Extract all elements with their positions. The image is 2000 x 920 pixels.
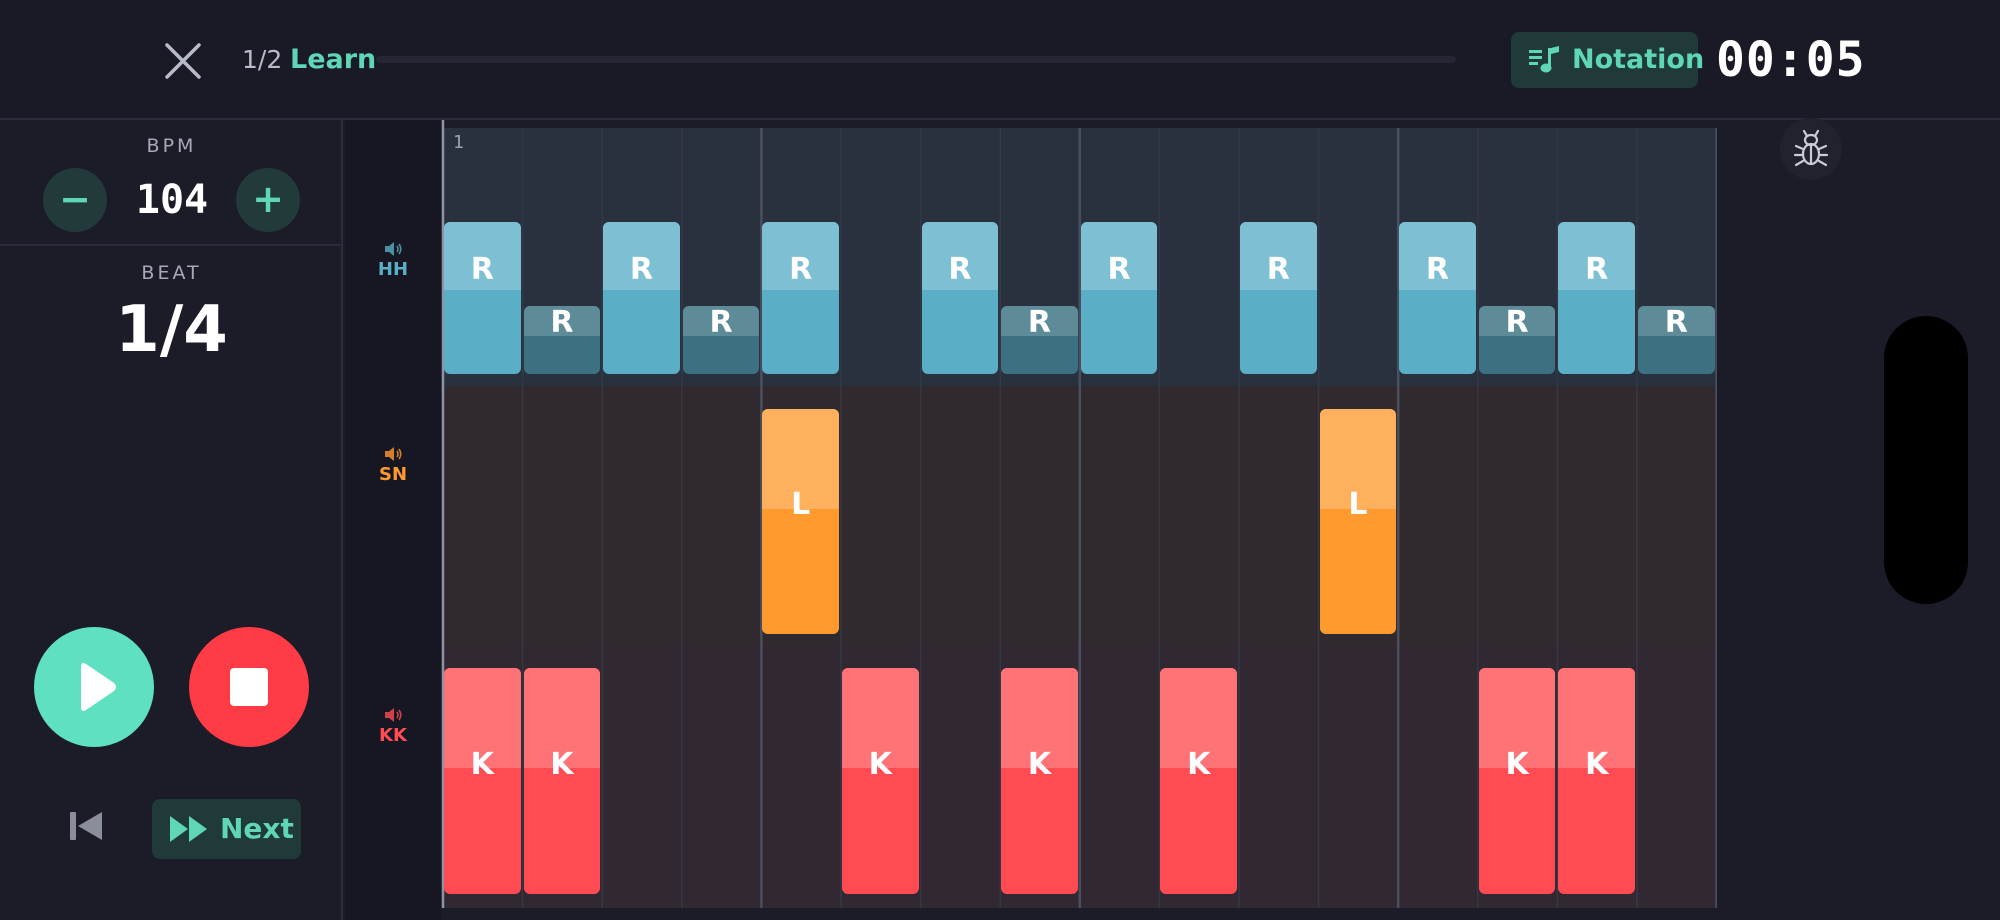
track-label-sn[interactable]: SN (345, 446, 441, 485)
control-panel: BPM − 104 + BEAT 1/4 Next (0, 120, 343, 920)
debug-button[interactable] (1780, 118, 1842, 180)
bpm-value: 104 (135, 177, 209, 223)
track-name: HH (377, 259, 409, 280)
bpm-caption: BPM (146, 135, 197, 157)
note-label: R (948, 252, 972, 287)
note-hh[interactable]: R (921, 222, 999, 374)
note-label: R (1425, 252, 1450, 287)
note-label: R (789, 252, 813, 287)
note-label: R (1266, 252, 1290, 287)
track-label-kk[interactable]: KK (345, 707, 441, 746)
note-label: K (868, 747, 892, 782)
note-kk[interactable]: K (1478, 668, 1556, 894)
note-hh[interactable]: R (682, 306, 760, 374)
note-label: L (791, 487, 811, 522)
note-label: K (1505, 747, 1529, 782)
note-kk[interactable]: K (1558, 668, 1635, 894)
note-label: R (1027, 306, 1052, 340)
note-label: R (1107, 252, 1131, 287)
note-hh[interactable]: R (1001, 306, 1078, 374)
speaker-icon (385, 447, 402, 461)
bpm-increase-button[interactable]: + (236, 168, 300, 232)
speaker-icon (385, 708, 402, 722)
lesson-mode-label: Learn (290, 44, 377, 75)
music-note-list-icon (1529, 46, 1559, 73)
note-hh[interactable]: R (1478, 306, 1556, 374)
note-hh[interactable]: R (1638, 306, 1715, 374)
track-name: SN (378, 464, 408, 485)
skip-back-icon (70, 812, 102, 840)
track-name: KK (379, 725, 407, 746)
bug-icon (1793, 129, 1829, 167)
note-label: L (1348, 487, 1368, 522)
close-icon (165, 43, 201, 79)
close-button[interactable] (162, 40, 204, 82)
note-label: K (550, 747, 574, 782)
note-label: R (470, 252, 494, 287)
note-hh[interactable]: R (523, 306, 601, 374)
note-kk[interactable]: K (1001, 668, 1078, 894)
speaker-icon (385, 242, 402, 256)
play-button[interactable] (34, 627, 154, 747)
bar-number: 1 (453, 132, 464, 153)
note-label: R (629, 252, 654, 287)
note-label: R (1585, 252, 1609, 287)
bpm-decrease-button[interactable]: − (43, 168, 107, 232)
note-label: R (1505, 306, 1529, 340)
note-hh[interactable]: R (444, 222, 521, 374)
note-label: R (550, 306, 574, 340)
stop-icon (230, 668, 268, 706)
drum-grid: 1 R R R R R R R R R R R R R L L K K K K K K K (441, 120, 1717, 920)
note-label: R (1664, 306, 1688, 340)
stop-button[interactable] (189, 627, 309, 747)
note-hh[interactable]: R (1399, 222, 1476, 374)
top-bar: 1/2 Learn Notation 00:05 (0, 0, 2000, 120)
note-kk[interactable]: K (842, 668, 919, 894)
lesson-progress-counter: 1/2 (242, 45, 283, 74)
minus-icon: − (59, 177, 91, 221)
next-label: Next (220, 812, 294, 845)
note-hh[interactable]: R (1240, 222, 1317, 374)
track-label-hh[interactable]: HH (345, 241, 441, 280)
plus-icon: + (252, 177, 284, 221)
note-kk[interactable]: K (523, 668, 601, 894)
previous-button[interactable] (64, 806, 110, 846)
note-hh[interactable]: R (762, 222, 839, 374)
beat-value: 1/4 (115, 293, 228, 367)
panel-divider (0, 244, 343, 246)
notation-button[interactable]: Notation (1511, 32, 1704, 88)
note-sn[interactable]: L (1319, 409, 1397, 634)
drum-trainer-app: 1/2 Learn Notation 00:05 BPM − 104 + BEA… (0, 0, 2000, 920)
note-kk[interactable]: K (444, 668, 521, 894)
note-label: R (709, 306, 733, 340)
notation-label: Notation (1572, 44, 1705, 75)
note-label: K (1585, 747, 1609, 782)
track-label-column: HH SN KK (345, 120, 441, 920)
next-button[interactable]: Next (152, 799, 301, 859)
beat-caption: BEAT (141, 262, 202, 284)
fast-forward-icon (170, 816, 207, 842)
note-hh[interactable]: R (1080, 222, 1158, 374)
play-icon (81, 663, 116, 711)
elapsed-timer: 00:05 (1716, 32, 1866, 88)
lesson-progress-bar (376, 56, 1456, 63)
side-scroll-handle[interactable] (1884, 316, 1968, 604)
note-kk[interactable]: K (1160, 668, 1237, 894)
note-hh[interactable]: R (1558, 222, 1635, 374)
note-hh[interactable]: R (603, 222, 680, 374)
note-sn[interactable]: L (762, 409, 839, 634)
note-label: K (1187, 747, 1211, 782)
note-label: K (1027, 747, 1052, 782)
note-label: K (470, 747, 494, 782)
